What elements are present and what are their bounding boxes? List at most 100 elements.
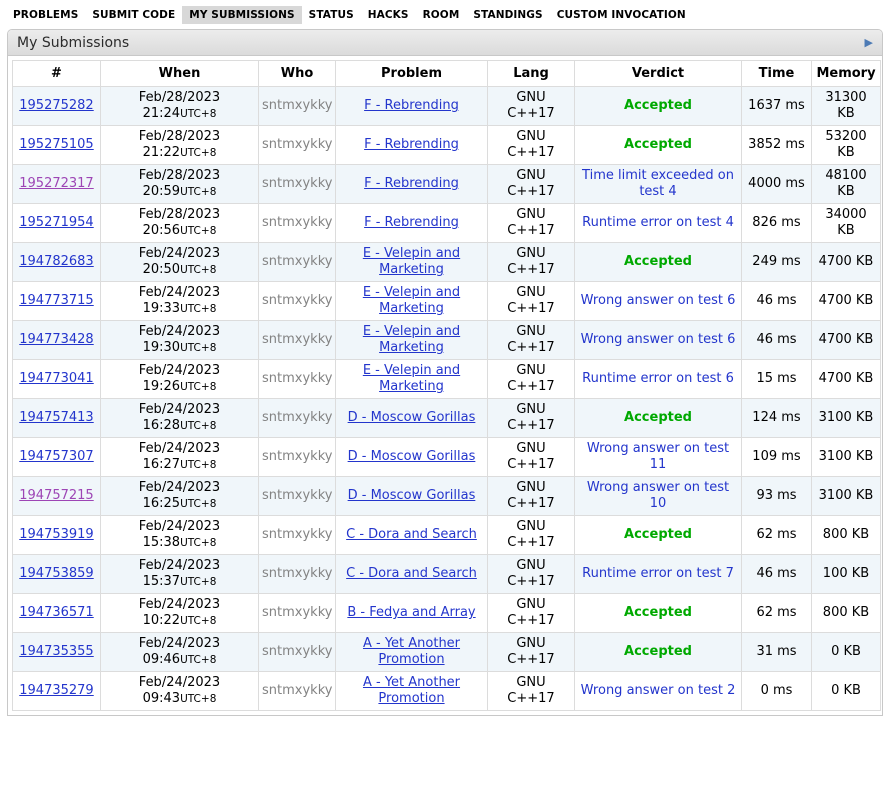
table-row: 194735355 Feb/24/2023 09:46UTC+8 sntmxyk…	[13, 633, 881, 672]
problem-link[interactable]: F - Rebrending	[364, 137, 459, 152]
problem-link[interactable]: C - Dora and Search	[346, 527, 477, 542]
exec-time-cell: 3852 ms	[742, 126, 812, 165]
user-handle[interactable]: sntmxykky	[262, 137, 332, 152]
submission-id-cell: 195272317	[13, 165, 101, 204]
submission-id-link[interactable]: 194773041	[19, 371, 93, 386]
nav-item-room[interactable]: ROOM	[416, 6, 467, 24]
user-handle[interactable]: sntmxykky	[262, 683, 332, 698]
expand-arrow-icon[interactable]: ▶	[865, 37, 873, 48]
problem-cell: D - Moscow Gorillas	[336, 477, 488, 516]
submission-id-link[interactable]: 195272317	[19, 176, 93, 191]
nav-item-custom-invocation[interactable]: CUSTOM INVOCATION	[550, 6, 693, 24]
nav-item-status[interactable]: STATUS	[302, 6, 361, 24]
submission-id-link[interactable]: 194757413	[19, 410, 93, 425]
nav-item-my-submissions[interactable]: MY SUBMISSIONS	[182, 6, 301, 24]
problem-link[interactable]: A - Yet Another Promotion	[363, 675, 460, 706]
submission-id-link[interactable]: 194773715	[19, 293, 93, 308]
nav-item-standings[interactable]: STANDINGS	[466, 6, 549, 24]
problem-link[interactable]: C - Dora and Search	[346, 566, 477, 581]
problem-link[interactable]: E - Velepin and Marketing	[363, 246, 460, 277]
problem-link[interactable]: B - Fedya and Array	[347, 605, 475, 620]
problem-cell: D - Moscow Gorillas	[336, 399, 488, 438]
language-label: GNU C++17	[507, 636, 555, 668]
user-handle[interactable]: sntmxykky	[262, 215, 332, 230]
user-handle[interactable]: sntmxykky	[262, 332, 332, 347]
timezone-label: UTC+8	[180, 576, 216, 588]
submission-date: Feb/24/2023	[104, 363, 255, 379]
submission-id-link[interactable]: 195275105	[19, 137, 93, 152]
problem-link[interactable]: E - Velepin and Marketing	[363, 285, 460, 316]
memory-cell: 31300 KB	[812, 87, 881, 126]
user-handle[interactable]: sntmxykky	[262, 176, 332, 191]
memory-cell: 800 KB	[812, 516, 881, 555]
user-handle[interactable]: sntmxykky	[262, 254, 332, 269]
submission-id-link[interactable]: 194735355	[19, 644, 93, 659]
when-cell: Feb/24/2023 09:46UTC+8	[101, 633, 259, 672]
memory-cell: 4700 KB	[812, 321, 881, 360]
submission-id-link[interactable]: 194782683	[19, 254, 93, 269]
exec-time-cell: 124 ms	[742, 399, 812, 438]
problem-link[interactable]: F - Rebrending	[364, 176, 459, 191]
memory-cell: 34000 KB	[812, 204, 881, 243]
submission-id-link[interactable]: 194736571	[19, 605, 93, 620]
problem-link[interactable]: F - Rebrending	[364, 98, 459, 113]
timezone-label: UTC+8	[180, 615, 216, 627]
nav-item-submit-code[interactable]: SUBMIT CODE	[85, 6, 182, 24]
problem-cell: C - Dora and Search	[336, 516, 488, 555]
timezone-label: UTC+8	[180, 108, 216, 120]
verdict-text: Accepted	[624, 605, 692, 620]
verdict-cell: Wrong answer on test 6	[575, 321, 742, 360]
language-label: GNU C++17	[507, 285, 555, 317]
user-handle[interactable]: sntmxykky	[262, 410, 332, 425]
submission-id-link[interactable]: 195271954	[19, 215, 93, 230]
my-submissions-panel: My Submissions ▶ # When Who Problem Lang…	[7, 29, 883, 716]
problem-link[interactable]: A - Yet Another Promotion	[363, 636, 460, 667]
user-handle[interactable]: sntmxykky	[262, 566, 332, 581]
problem-cell: D - Moscow Gorillas	[336, 438, 488, 477]
submission-time: 16:25UTC+8	[104, 496, 255, 512]
exec-time-cell: 46 ms	[742, 555, 812, 594]
nav-item-hacks[interactable]: HACKS	[361, 6, 416, 24]
problem-link[interactable]: D - Moscow Gorillas	[348, 410, 476, 425]
submission-id-link[interactable]: 194757215	[19, 488, 93, 503]
verdict-cell: Wrong answer on test 6	[575, 282, 742, 321]
user-handle[interactable]: sntmxykky	[262, 488, 332, 503]
problem-link[interactable]: D - Moscow Gorillas	[348, 488, 476, 503]
submission-id-link[interactable]: 194757307	[19, 449, 93, 464]
problem-cell: F - Rebrending	[336, 126, 488, 165]
memory-cell: 4700 KB	[812, 282, 881, 321]
lang-cell: GNU C++17	[488, 243, 575, 282]
submission-id-cell: 194753919	[13, 516, 101, 555]
table-row: 194735279 Feb/24/2023 09:43UTC+8 sntmxyk…	[13, 672, 881, 711]
nav-item-problems[interactable]: PROBLEMS	[6, 6, 85, 24]
verdict-cell: Accepted	[575, 126, 742, 165]
when-cell: Feb/24/2023 16:27UTC+8	[101, 438, 259, 477]
user-handle[interactable]: sntmxykky	[262, 98, 332, 113]
submission-date: Feb/24/2023	[104, 285, 255, 301]
user-handle[interactable]: sntmxykky	[262, 605, 332, 620]
user-handle[interactable]: sntmxykky	[262, 644, 332, 659]
verdict-text: Accepted	[624, 644, 692, 659]
verdict-text: Wrong answer on test 2	[581, 683, 736, 698]
user-handle[interactable]: sntmxykky	[262, 293, 332, 308]
verdict-text: Accepted	[624, 254, 692, 269]
user-handle[interactable]: sntmxykky	[262, 527, 332, 542]
problem-link[interactable]: F - Rebrending	[364, 215, 459, 230]
submission-id-cell: 194735355	[13, 633, 101, 672]
submission-id-link[interactable]: 194753859	[19, 566, 93, 581]
problem-cell: F - Rebrending	[336, 165, 488, 204]
lang-cell: GNU C++17	[488, 282, 575, 321]
submission-time: 09:46UTC+8	[104, 652, 255, 668]
submission-id-link[interactable]: 194753919	[19, 527, 93, 542]
user-handle[interactable]: sntmxykky	[262, 449, 332, 464]
submission-id-link[interactable]: 194773428	[19, 332, 93, 347]
problem-link[interactable]: E - Velepin and Marketing	[363, 363, 460, 394]
submission-id-link[interactable]: 195275282	[19, 98, 93, 113]
when-cell: Feb/24/2023 16:25UTC+8	[101, 477, 259, 516]
problem-link[interactable]: E - Velepin and Marketing	[363, 324, 460, 355]
user-handle[interactable]: sntmxykky	[262, 371, 332, 386]
submission-time: 20:59UTC+8	[104, 184, 255, 200]
problem-link[interactable]: D - Moscow Gorillas	[348, 449, 476, 464]
submission-id-link[interactable]: 194735279	[19, 683, 93, 698]
submission-id-cell: 194782683	[13, 243, 101, 282]
